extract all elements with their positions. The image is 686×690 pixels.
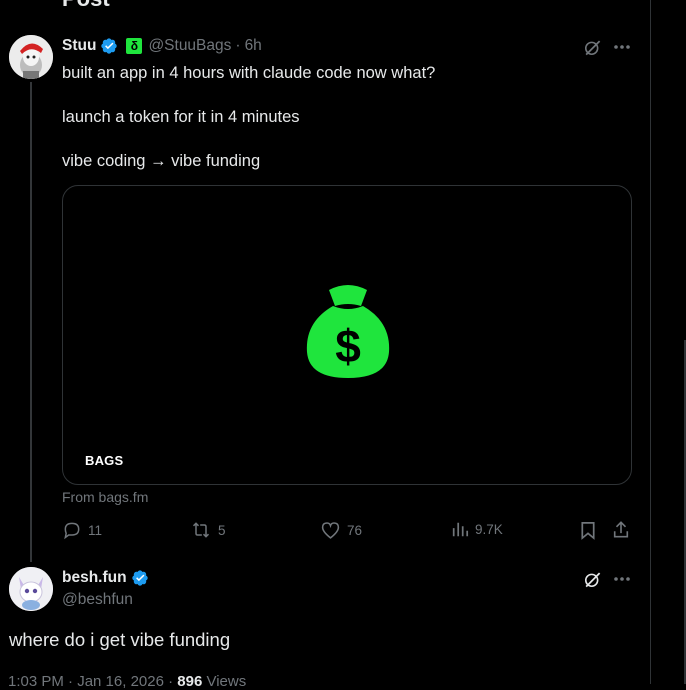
author-name[interactable]: besh.fun [62,569,127,587]
view-count: 9.7K [475,521,503,537]
grok-icon-shape [584,40,600,55]
grok-icon-shape [584,572,600,587]
author-name[interactable]: Stuu [62,37,96,55]
like-count: 76 [347,522,363,538]
verified-badge-icon[interactable] [131,569,149,587]
views-chart-icon [452,522,469,537]
avatar-besh[interactable] [9,567,53,611]
avatar-besh-image [9,567,53,611]
avatar-stuu-image [9,35,53,79]
tweet-text-line-2: launch a token for it in 4 minutes [62,108,300,126]
header-separator: · [235,37,241,54]
tweet-text-line-1: built an app in 4 hours with claude code… [62,64,436,82]
reply-icon [64,522,80,540]
tweet2-text: where do i get vibe funding [9,629,231,650]
tweet1-header: Stuu δ @StuuBags · 6h [62,37,262,55]
like-button[interactable]: 76 [320,520,362,540]
grok-icon[interactable] [581,36,603,58]
repost-count: 5 [218,522,226,538]
views-button[interactable]: 9.7K [451,520,503,538]
reply-count: 11 [88,522,103,538]
tweet2-header-name-row: besh.fun [62,569,149,587]
more-dots [614,577,630,581]
more-options-icon[interactable] [610,568,634,590]
link-card[interactable]: $ BAGS [62,185,632,485]
avatar-stuu[interactable] [9,35,53,79]
bookmark-shape [581,521,595,540]
svg-text:$: $ [335,320,361,372]
card-title: BAGS [85,453,124,468]
verified-badge-icon[interactable] [100,37,118,55]
repost-icon [192,522,210,538]
heart-icon [321,522,340,539]
tweet2-views-label: Views [206,673,247,690]
share-icon[interactable] [610,518,632,540]
more-dots [614,45,630,49]
thread-connector-line [30,82,32,562]
author-handle[interactable]: @beshfun [62,591,133,609]
author-handle[interactable]: @StuuBags [148,37,231,55]
repost-button[interactable]: 5 [190,520,226,540]
tweet2-timestamp[interactable]: 1:03 PM · Jan 16, 2026 · [8,673,173,690]
tweet-time[interactable]: 6h [245,37,262,55]
bookmark-icon[interactable] [577,519,599,541]
tweet2-meta: 1:03 PM · Jan 16, 2026 · 896 Views [8,673,246,690]
more-options-icon[interactable] [610,36,634,58]
page-heading-cutoff: Post [62,0,110,12]
affiliate-badge-icon[interactable]: δ [126,38,143,54]
money-bag-icon: $ [306,285,390,378]
tweet-text-line-3: vibe coding → vibe funding [62,152,261,170]
tweet2-view-count: 896 [177,673,203,690]
share-shape [613,520,629,538]
card-source[interactable]: From bags.fm [62,489,148,505]
right-column-divider [650,0,651,684]
grok-icon[interactable] [581,568,603,590]
reply-button[interactable]: 11 [62,520,102,540]
